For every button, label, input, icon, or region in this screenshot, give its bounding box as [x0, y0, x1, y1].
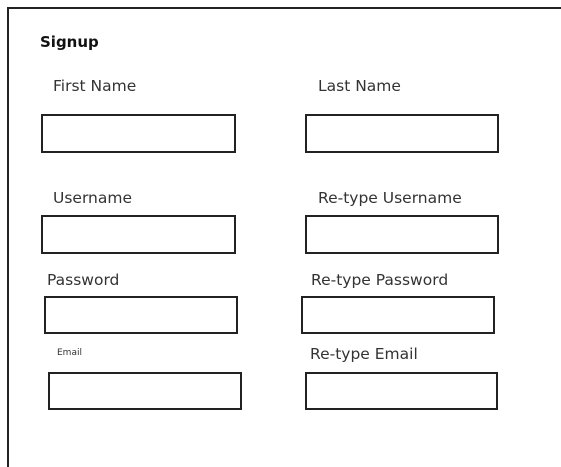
first-name-input[interactable] — [41, 114, 236, 153]
retype-email-label: Re-type Email — [310, 345, 418, 363]
retype-password-input[interactable] — [301, 296, 495, 334]
form-title: Signup — [40, 33, 99, 51]
password-label: Password — [47, 271, 120, 289]
last-name-label: Last Name — [318, 77, 401, 95]
retype-email-input[interactable] — [305, 372, 498, 410]
username-input[interactable] — [41, 215, 236, 254]
password-input[interactable] — [44, 296, 238, 334]
retype-username-label: Re-type Username — [318, 189, 462, 207]
retype-password-label: Re-type Password — [311, 271, 449, 289]
username-label: Username — [53, 189, 133, 207]
last-name-input[interactable] — [305, 114, 499, 153]
first-name-label: First Name — [53, 77, 137, 95]
retype-username-input[interactable] — [305, 215, 499, 254]
email-input[interactable] — [48, 372, 242, 410]
email-label: Email — [57, 348, 82, 358]
